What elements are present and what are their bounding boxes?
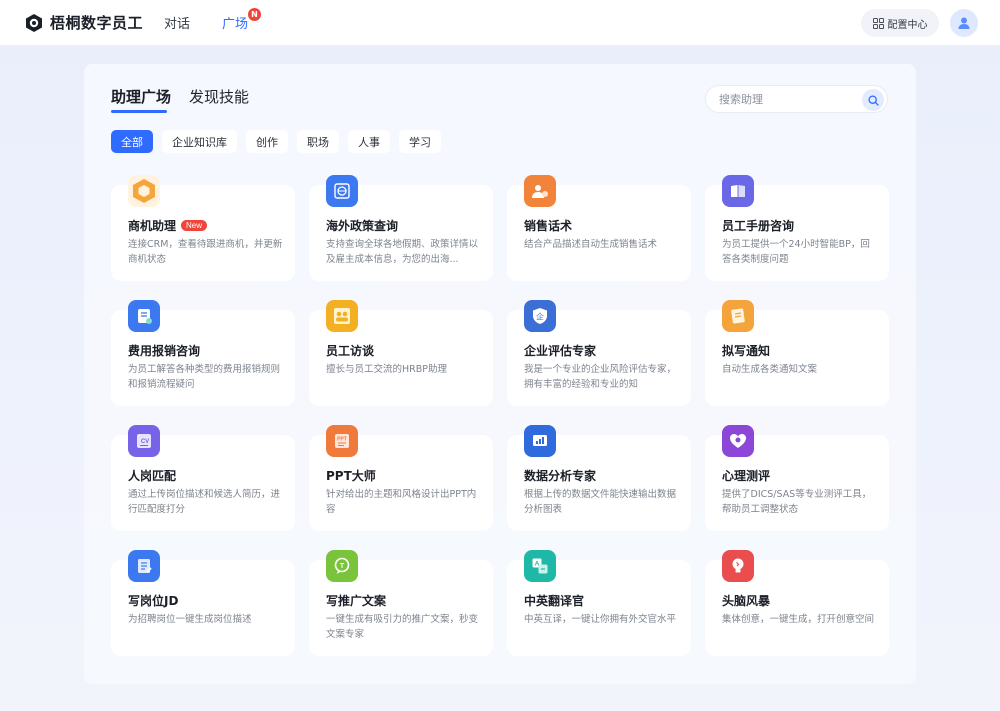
card-title: PPT大师 — [326, 469, 376, 483]
svg-text:CV: CV — [141, 439, 149, 445]
card-title: 头脑风暴 — [722, 594, 771, 608]
nav-plaza-badge: N — [248, 8, 262, 21]
card-description: 我是一个专业的企业风险评估专家，拥有丰富的经验和专业的知 — [524, 364, 677, 390]
filter-creation[interactable]: 创作 — [246, 130, 288, 153]
card-description: 中英互译，一键让你拥有外交官水平 — [524, 614, 677, 625]
card-title: 中英翻译官 — [524, 594, 585, 608]
assistant-card-promo-copy[interactable]: T 写推广文案 一键生成有吸引力的推广文案，秒变文案专家 — [309, 550, 493, 656]
grid-icon — [872, 17, 884, 29]
expense-doc-icon — [128, 300, 160, 332]
svg-text:企: 企 — [536, 312, 544, 322]
card-title: 员工手册咨询 — [722, 219, 795, 233]
card-title: 心理测评 — [722, 469, 771, 483]
card-title: 人岗匹配 — [128, 469, 177, 483]
cv-icon: CV — [128, 425, 160, 457]
assistant-card-data-analysis[interactable]: 数据分析专家 根据上传的数据文件能快速输出数据分析图表 — [507, 425, 691, 531]
user-avatar[interactable] — [950, 9, 978, 37]
top-header: 梧桐数字员工 对话 广场 N 配置中心 — [0, 0, 1000, 46]
card-title: 海外政策查询 — [326, 219, 399, 233]
notice-doc-icon — [722, 300, 754, 332]
config-center-button[interactable]: 配置中心 — [861, 9, 939, 37]
card-title: 拟写通知 — [722, 344, 771, 358]
search-input[interactable] — [719, 92, 859, 106]
assistant-card-write-jd[interactable]: 写岗位JD 为招聘岗位一键生成岗位描述 — [111, 550, 295, 656]
card-description: 为员工解答各种类型的费用报销规则和报销流程疑问 — [128, 364, 281, 390]
assistant-card-notice[interactable]: 拟写通知 自动生成各类通知文案 — [705, 300, 889, 406]
interview-people-icon — [326, 300, 358, 332]
brand-name: 梧桐数字员工 — [50, 14, 144, 32]
card-description: 支持查询全球各地假期、政策详情以及雇主成本信息，为您的出海... — [326, 239, 479, 265]
assistant-card-expense[interactable]: 费用报销咨询 为员工解答各种类型的费用报销规则和报销流程疑问 — [111, 300, 295, 406]
hexagon-icon — [128, 175, 160, 207]
ppt-icon: PPT — [326, 425, 358, 457]
card-title: 写岗位JD — [128, 594, 179, 608]
card-description: 一键生成有吸引力的推广文案，秒变文案专家 — [326, 614, 479, 640]
assistant-card-job-match[interactable]: CV 人岗匹配 通过上传岗位描述和候选人简历，进行匹配度打分 — [111, 425, 295, 531]
globe-policy-icon — [326, 175, 358, 207]
assistant-plaza-panel: 助理广场 发现技能 全部 企业知识库 创作 职场 人事 学习 商机助理 New … — [84, 64, 916, 684]
svg-text:T: T — [340, 563, 345, 570]
card-description: 提供了DICS/SAS等专业测评工具，帮助员工调整状态 — [722, 489, 872, 515]
sales-people-icon — [524, 175, 556, 207]
heart-brain-icon — [722, 425, 754, 457]
filter-all[interactable]: 全部 — [111, 130, 153, 153]
assistant-card-brainstorm[interactable]: 头脑风暴 集体创意，一键生成，打开创意空间 — [705, 550, 889, 656]
card-description: 自动生成各类通知文案 — [722, 364, 818, 375]
tab-assistant-plaza[interactable]: 助理广场 — [111, 86, 171, 107]
assistant-card-ppt-master[interactable]: PPT PPT大师 针对给出的主题和风格设计出PPT内容 — [309, 425, 493, 531]
filter-knowledge-base[interactable]: 企业知识库 — [162, 130, 237, 153]
card-title: 销售话术 — [524, 219, 573, 233]
filter-hr[interactable]: 人事 — [348, 130, 390, 153]
card-description: 结合产品描述自动生成销售话术 — [524, 239, 658, 250]
brand-logo[interactable]: 梧桐数字员工 — [24, 12, 143, 33]
handbook-icon — [722, 175, 754, 207]
card-description: 为招聘岗位一键生成岗位描述 — [128, 614, 252, 625]
data-chart-icon — [524, 425, 556, 457]
nav-plaza[interactable]: 广场 N — [222, 8, 262, 32]
filter-workplace[interactable]: 职场 — [297, 130, 339, 153]
card-description: 通过上传岗位描述和候选人简历，进行匹配度打分 — [128, 489, 281, 515]
card-description: 针对给出的主题和风格设计出PPT内容 — [326, 489, 477, 515]
assistant-card-psych-test[interactable]: 心理测评 提供了DICS/SAS等专业测评工具，帮助员工调整状态 — [705, 425, 889, 531]
logo-icon — [26, 13, 42, 32]
nav-chat[interactable]: 对话 — [164, 13, 190, 32]
brainstorm-bulb-icon — [722, 550, 754, 582]
search-box — [705, 85, 888, 113]
tab-discover-skills[interactable]: 发现技能 — [189, 86, 249, 107]
svg-text:PPT: PPT — [337, 437, 347, 443]
filter-learning[interactable]: 学习 — [399, 130, 441, 153]
assistant-card-overseas-policy[interactable]: 海外政策查询 支持查询全球各地假期、政策详情以及雇主成本信息，为您的出海... — [309, 175, 493, 281]
assistant-card-sales-script[interactable]: 销售话术 结合产品描述自动生成销售话术 — [507, 175, 691, 281]
card-title: 数据分析专家 — [524, 469, 597, 483]
jd-doc-icon — [128, 550, 160, 582]
assistant-card-translator[interactable]: A 中英翻译官 中英互译，一键让你拥有外交官水平 — [507, 550, 691, 656]
card-description: 集体创意，一键生成，打开创意空间 — [722, 614, 875, 625]
assistant-card-opportunity[interactable]: 商机助理 New 连接CRM，查看待跟进商机，并更新商机状态 — [111, 175, 295, 281]
assistant-card-handbook[interactable]: 员工手册咨询 为员工提供一个24小时智能BP，回答各类制度问题 — [705, 175, 889, 281]
card-description: 连接CRM，查看待跟进商机，并更新商机状态 — [128, 239, 283, 265]
promo-bubble-icon: T — [326, 550, 358, 582]
new-badge: New — [181, 220, 208, 231]
enterprise-shield-icon: 企 — [524, 300, 556, 332]
search-icon — [867, 94, 879, 106]
assistant-card-interview[interactable]: 员工访谈 擅长与员工交流的HRBP助理 — [309, 300, 493, 406]
translate-icon: A — [524, 550, 556, 582]
category-filters: 全部 企业知识库 创作 职场 人事 学习 — [111, 130, 450, 153]
user-icon — [958, 17, 970, 29]
card-title: 写推广文案 — [326, 594, 387, 608]
card-title: 费用报销咨询 — [128, 344, 201, 358]
card-title: 商机助理 — [128, 219, 177, 233]
card-description: 擅长与员工交流的HRBP助理 — [326, 364, 447, 375]
active-tab-indicator — [111, 110, 167, 113]
card-title: 员工访谈 — [326, 344, 375, 358]
card-description: 根据上传的数据文件能快速输出数据分析图表 — [524, 489, 677, 515]
search-button[interactable] — [862, 89, 884, 111]
assistant-card-enterprise-assessment[interactable]: 企 企业评估专家 我是一个专业的企业风险评估专家，拥有丰富的经验和专业的知 — [507, 300, 691, 406]
card-title: 企业评估专家 — [524, 344, 597, 358]
card-description: 为员工提供一个24小时智能BP，回答各类制度问题 — [722, 239, 870, 265]
